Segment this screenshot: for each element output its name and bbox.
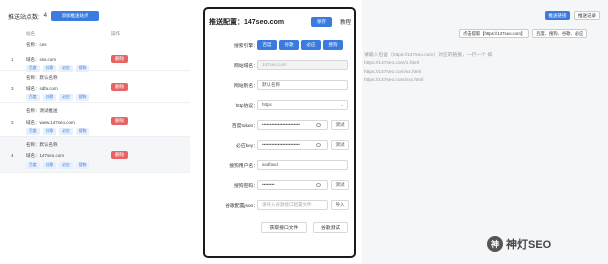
engine-tag: 谷歌 bbox=[42, 128, 57, 135]
alias-label: 网站别名： bbox=[234, 84, 258, 89]
sogou-password-label: 搜狗密码： bbox=[234, 184, 258, 189]
engine-tag: 必应 bbox=[59, 128, 73, 135]
engine-baidu-button[interactable]: 百度 bbox=[257, 40, 277, 50]
http-select[interactable]: https bbox=[257, 100, 348, 110]
engine-buttons: 百度 谷歌 必应 搜狗 bbox=[257, 40, 343, 50]
http-label: http协议： bbox=[235, 104, 258, 109]
engine-select[interactable]: 百度、搜狗、谷歌、必应 bbox=[532, 29, 588, 38]
delete-button[interactable]: 删除 bbox=[111, 55, 128, 63]
engine-tag: 必应 bbox=[59, 94, 73, 101]
row-index: 1 bbox=[11, 57, 14, 62]
site-name: 名称：默认名称 bbox=[26, 75, 58, 80]
link-toolbar: 点击提取【https://147seo.com】 百度、搜狗、谷歌、必应 bbox=[459, 29, 588, 38]
engine-tag: 百度 bbox=[26, 162, 40, 169]
table-row[interactable]: 名称：默认名称 3 域名：sdfa.com 百度 谷歌 必应 搜狗 删除 bbox=[0, 71, 190, 103]
http-row: http协议： https ⌄ bbox=[205, 100, 355, 110]
engine-tag: 百度 bbox=[26, 128, 40, 135]
col-op: 操作 bbox=[111, 31, 120, 36]
engine-tags: 百度 谷歌 必应 搜狗 bbox=[26, 162, 90, 169]
bing-key-row: 必应key： •••••••••••••••••••••••• 测试 bbox=[205, 140, 355, 150]
site-name: 名称：ces bbox=[26, 42, 47, 47]
row-index: 3 bbox=[11, 120, 14, 125]
google-json-input[interactable]: 请导入谷歌接口配置文件 bbox=[257, 200, 328, 210]
delete-button[interactable]: 删除 bbox=[111, 117, 128, 125]
import-button[interactable]: 导入 bbox=[331, 200, 349, 210]
col-name: 站名 bbox=[26, 31, 35, 36]
delete-button[interactable]: 删除 bbox=[111, 83, 128, 91]
baidu-token-label: 百度token： bbox=[231, 124, 258, 129]
sogou-user-row: 搜狗用户名： asdfasd bbox=[205, 160, 355, 170]
eye-icon[interactable] bbox=[316, 183, 321, 187]
textarea-example: https://147seo.com/xxx.html bbox=[364, 77, 424, 83]
eye-icon[interactable] bbox=[316, 143, 321, 147]
watermark: 神 神灯SEO bbox=[487, 236, 551, 252]
google-json-row: 谷歌配置json： 请导入谷歌接口配置文件 导入 bbox=[205, 200, 355, 210]
engine-label: 搜索引擎： bbox=[234, 44, 258, 49]
domain-input[interactable]: 147seo.com bbox=[257, 60, 348, 70]
site-domain: 域名：www.147seo.com bbox=[26, 120, 75, 125]
site-list-panel: 推送站点数: 4 添加推送站点 站名 操作 名称：ces 1 域名：sss.co… bbox=[0, 0, 196, 264]
site-table-header: 站名 操作 bbox=[0, 29, 190, 39]
modal-title: 推送配置：147seo.com bbox=[209, 19, 285, 26]
engine-tags: 百度 谷歌 必应 搜狗 bbox=[26, 128, 90, 135]
chevron-down-icon: ⌄ bbox=[340, 102, 344, 107]
sogou-password-row: 搜狗密码： •••••••• 测试 bbox=[205, 180, 355, 190]
site-table-body: 名称：ces 1 域名：sss.com 百度 谷歌 必应 搜狗 删除 名称：默认… bbox=[0, 40, 190, 173]
baidu-test-button[interactable]: 测试 bbox=[331, 120, 349, 130]
extract-links-button[interactable]: 点击提取【https://147seo.com】 bbox=[459, 29, 530, 38]
add-site-button[interactable]: 添加推送站点 bbox=[51, 11, 100, 21]
site-domain: 域名：sdfa.com bbox=[26, 86, 58, 91]
links-textarea[interactable]: 请输入包含（https://147seo.com）对应的链接，一行一个 如 ht… bbox=[364, 52, 600, 248]
engine-tag: 谷歌 bbox=[42, 162, 57, 169]
engine-google-button[interactable]: 谷歌 bbox=[279, 40, 299, 50]
engine-tag: 百度 bbox=[26, 94, 40, 101]
domain-row: 网站域名： 147seo.com bbox=[205, 60, 355, 70]
google-test-button[interactable]: 谷歌测试 bbox=[313, 222, 348, 233]
engine-row: 搜索引擎： 百度 谷歌 必应 搜狗 bbox=[205, 40, 355, 50]
engine-tag: 谷歌 bbox=[42, 94, 57, 101]
engine-tag: 搜狗 bbox=[75, 94, 90, 101]
eye-icon[interactable] bbox=[316, 123, 321, 127]
site-list-header: 推送站点数: 4 添加推送站点 bbox=[8, 11, 100, 21]
row-index: 4 bbox=[11, 153, 14, 158]
engine-tags: 百度 谷歌 必应 搜狗 bbox=[26, 94, 90, 101]
engine-sogou-button[interactable]: 搜狗 bbox=[323, 40, 343, 50]
push-log-tab[interactable]: 推送记录 bbox=[574, 11, 600, 20]
site-name: 名称：默认名称 bbox=[26, 142, 58, 147]
alias-row: 网站别名： 默认名称 bbox=[205, 80, 355, 90]
site-domain: 域名：147seo.com bbox=[26, 153, 65, 158]
sogou-test-button[interactable]: 测试 bbox=[331, 180, 349, 190]
table-row[interactable]: 名称：测试推送 3 域名：www.147seo.com 百度 谷歌 必应 搜狗 … bbox=[0, 103, 190, 137]
baidu-token-row: 百度token： •••••••••••••••••••••••• 测试 bbox=[205, 120, 355, 130]
google-json-label: 谷歌配置json： bbox=[225, 204, 258, 209]
site-name: 名称：测试推送 bbox=[26, 108, 58, 113]
bing-key-label: 必应key： bbox=[236, 144, 258, 149]
tutorial-link[interactable]: 教程 bbox=[340, 18, 351, 26]
push-config-modal: 推送配置：147seo.com 保存 教程 搜索引擎： 百度 谷歌 必应 搜狗 … bbox=[203, 7, 356, 258]
get-interface-file-button[interactable]: 获取接口文件 bbox=[261, 222, 307, 233]
table-row[interactable]: 名称：默认名称 4 域名：147seo.com 百度 谷歌 必应 搜狗 删除 bbox=[0, 137, 190, 173]
sogou-user-input[interactable]: asdfasd bbox=[257, 160, 348, 170]
alias-input[interactable]: 默认名称 bbox=[257, 80, 348, 90]
site-count-label: 推送站点数: bbox=[8, 14, 40, 21]
domain-label: 网站域名： bbox=[234, 64, 258, 69]
watermark-logo-icon: 神 bbox=[487, 236, 503, 252]
delete-button[interactable]: 删除 bbox=[111, 151, 128, 159]
bing-test-button[interactable]: 测试 bbox=[331, 140, 349, 150]
save-button[interactable]: 保存 bbox=[311, 17, 332, 27]
engine-bing-button[interactable]: 必应 bbox=[301, 40, 321, 50]
engine-tag: 搜狗 bbox=[75, 162, 90, 169]
push-link-tab[interactable]: 推送链接 bbox=[545, 11, 570, 20]
textarea-example: https://147seo.com/xx.html bbox=[364, 69, 422, 75]
watermark-text: 神灯SEO bbox=[506, 239, 552, 251]
table-row[interactable]: 名称：ces 1 域名：sss.com 百度 谷歌 必应 搜狗 删除 bbox=[0, 40, 190, 72]
site-domain: 域名：sss.com bbox=[26, 57, 57, 62]
engine-tag: 搜狗 bbox=[75, 128, 90, 135]
engine-tag: 必应 bbox=[59, 162, 73, 169]
sogou-user-label: 搜狗用户名： bbox=[229, 164, 258, 169]
textarea-hint: 请输入包含（https://147seo.com）对应的链接，一行一个 如 bbox=[364, 53, 493, 58]
row-index: 3 bbox=[11, 86, 14, 91]
textarea-example: https://147seo.com/1.html bbox=[364, 61, 419, 67]
site-count: 4 bbox=[43, 13, 48, 19]
